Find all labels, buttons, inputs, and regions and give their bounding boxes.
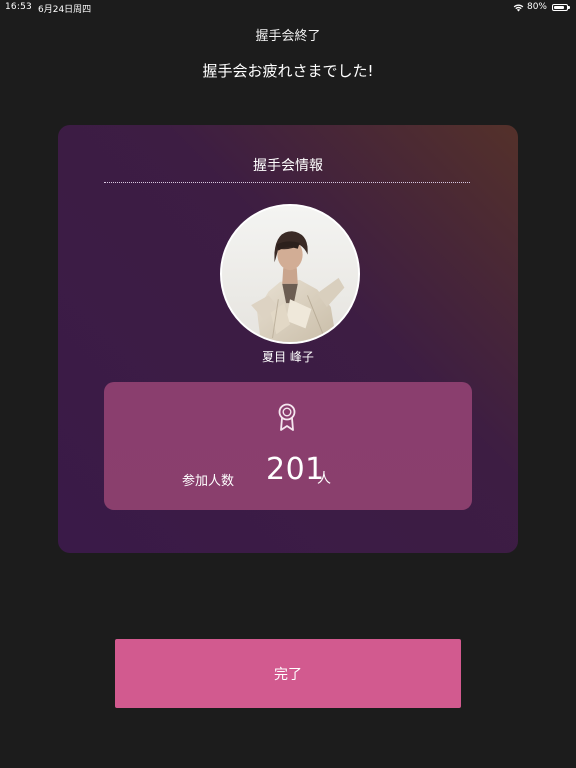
- status-date: 6月24日周四: [38, 5, 92, 15]
- award-ribbon-icon: [278, 403, 296, 431]
- participant-stat-box: 参加人数 201 人: [104, 382, 472, 510]
- title-divider: [104, 182, 470, 183]
- participant-count-label: 参加人数: [182, 474, 235, 489]
- participant-count-value: 201: [266, 452, 325, 487]
- battery-icon: [552, 3, 570, 11]
- status-right-group: 80%: [513, 2, 570, 12]
- nav-title: 握手会終了: [255, 29, 321, 44]
- battery-percent: 80%: [526, 2, 547, 12]
- wifi-icon: [513, 3, 524, 11]
- person-name: 夏目 峰子: [262, 350, 314, 364]
- status-time: 16:53: [5, 2, 32, 12]
- status-bar: 16:53 6月24日周四 80%: [0, 0, 576, 16]
- headline: 握手会お疲れさまでした!: [202, 62, 374, 80]
- card-title: 握手会情報: [253, 158, 323, 174]
- participant-count-unit: 人: [317, 471, 331, 487]
- avatar: [220, 204, 360, 344]
- done-button[interactable]: 完了: [115, 639, 461, 708]
- event-info-card: 握手会情報 夏目 峰子 参加人数 201 人: [58, 125, 518, 553]
- avatar-photo: [222, 206, 358, 342]
